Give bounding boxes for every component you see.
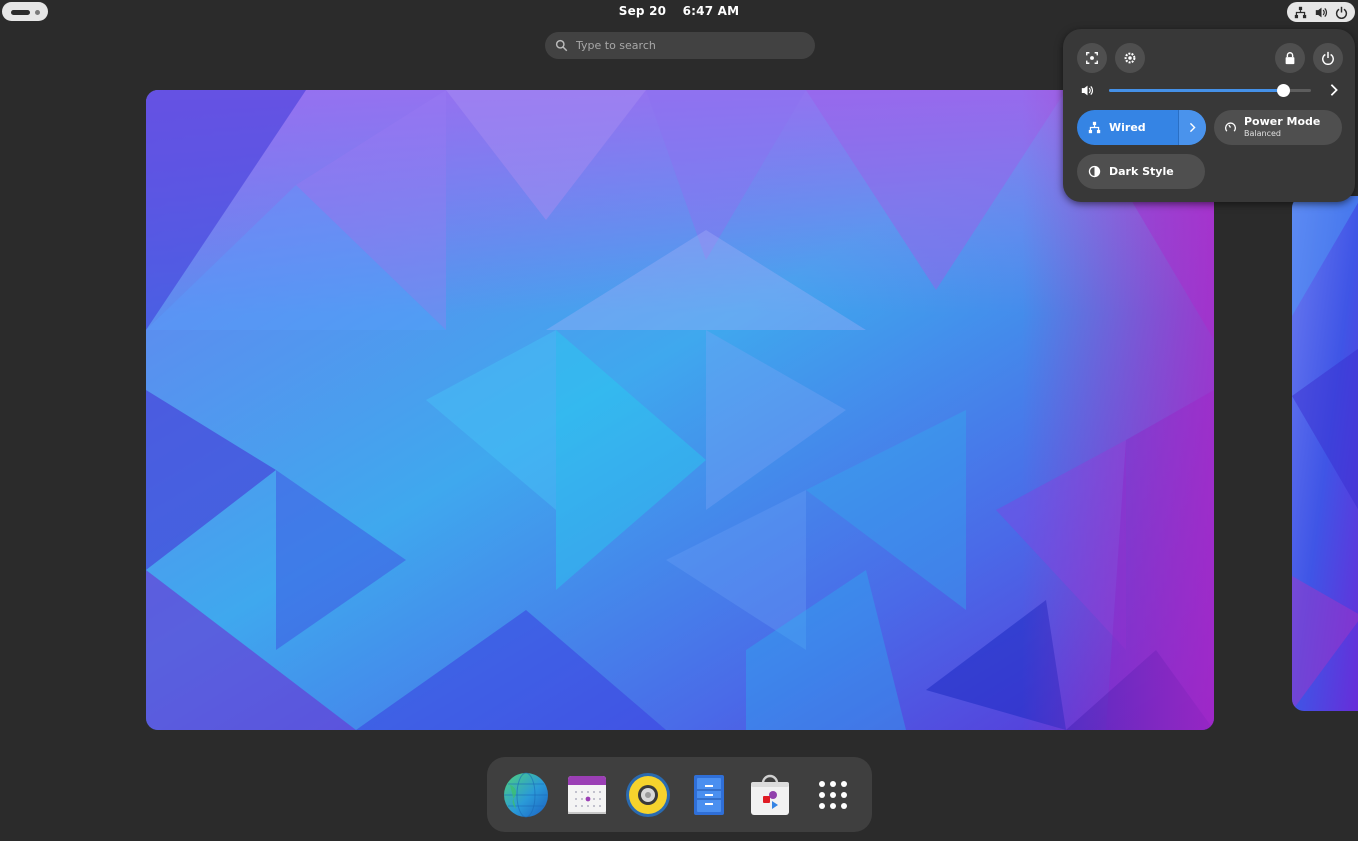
dark-style-toggle[interactable]: Dark Style	[1077, 154, 1205, 189]
settings-button[interactable]	[1115, 43, 1145, 73]
wired-menu-button[interactable]	[1179, 110, 1206, 145]
wired-label: Wired	[1109, 121, 1146, 134]
workspace-thumbnail[interactable]	[146, 90, 1214, 730]
power-icon	[1335, 6, 1347, 19]
volume-slider-fill	[1109, 89, 1283, 92]
calendar-icon	[568, 776, 606, 814]
power-off-button[interactable]	[1313, 43, 1343, 73]
volume-slider-handle[interactable]	[1276, 84, 1290, 97]
search-input[interactable]	[574, 38, 798, 53]
music-player-app[interactable]	[624, 771, 672, 819]
settings-icon	[1124, 52, 1136, 64]
show-apps-button[interactable]	[809, 771, 857, 819]
web-browser-app[interactable]	[502, 771, 550, 819]
desktop-wallpaper	[1292, 196, 1358, 711]
system-menu-button[interactable]	[1287, 2, 1355, 22]
top-bar: Sep 20 6:47 AM	[0, 0, 1358, 24]
wired-toggle-main[interactable]: Wired	[1077, 110, 1178, 145]
web-browser-icon	[504, 772, 548, 818]
volume-slider[interactable]	[1109, 84, 1311, 97]
clock-time: 6:47 AM	[682, 4, 740, 18]
show-apps-grid-icon	[819, 781, 847, 809]
clock[interactable]: Sep 20 6:47 AM	[0, 4, 1358, 18]
volume-row	[1077, 81, 1349, 99]
chevron-right-icon	[1189, 122, 1196, 133]
wired-toggle[interactable]: Wired	[1077, 110, 1206, 145]
network-wired-icon	[1295, 6, 1307, 18]
chevron-right-icon[interactable]	[1327, 83, 1341, 97]
volume-icon	[1315, 7, 1327, 17]
power-profile-icon	[1224, 122, 1237, 132]
lock-icon	[1285, 52, 1295, 65]
dark-style-label: Dark Style	[1109, 165, 1174, 178]
search-icon	[555, 39, 568, 52]
lock-button[interactable]	[1275, 43, 1305, 73]
desktop-wallpaper	[146, 90, 1214, 730]
screenshot-icon	[1086, 52, 1098, 64]
volume-icon	[1081, 85, 1093, 96]
calendar-app[interactable]	[563, 771, 611, 819]
dash	[487, 757, 872, 832]
network-wired-icon	[1088, 121, 1101, 134]
software-app[interactable]	[746, 771, 794, 819]
quick-settings-menu: Wired Power Mode Balanced Dark Style	[1063, 29, 1355, 202]
power-mode-label: Power Mode	[1244, 114, 1321, 128]
files-cabinet-icon	[694, 775, 724, 815]
search-bar[interactable]	[545, 32, 815, 59]
power-mode-toggle[interactable]: Power Mode Balanced	[1214, 110, 1342, 145]
rhythmbox-speaker-icon	[626, 773, 670, 817]
clock-date: Sep 20	[618, 4, 667, 18]
power-off-icon	[1322, 51, 1334, 65]
dark-style-icon	[1088, 165, 1101, 178]
workspace-thumbnail-next[interactable]	[1292, 196, 1358, 711]
screenshot-button[interactable]	[1077, 43, 1107, 73]
software-store-icon	[751, 774, 789, 815]
power-mode-subtitle: Balanced	[1244, 128, 1281, 138]
files-app[interactable]	[685, 771, 733, 819]
